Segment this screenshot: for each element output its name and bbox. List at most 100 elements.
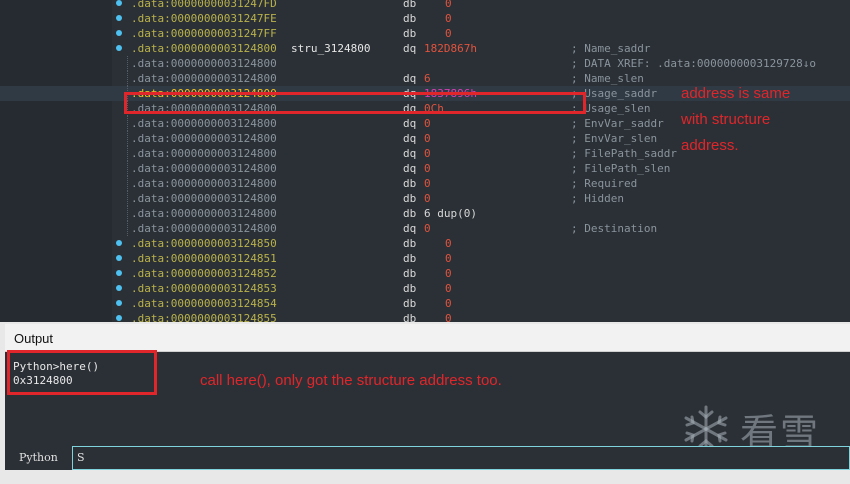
disasm-line[interactable]: .data:0000000003124850 db 0 (0, 236, 850, 251)
line-operand: 0 (424, 132, 431, 145)
language-selector-button[interactable]: Python (5, 446, 71, 470)
line-comment: ; Name_saddr (571, 42, 651, 55)
line-mnemonic: db (403, 237, 417, 250)
disasm-line[interactable]: .data:00000000031247FE db 0 (0, 11, 850, 26)
line-operand: 0 (445, 0, 452, 10)
line-comment: ; EnvVar_slen (571, 132, 658, 145)
disassembly-lines: .data:00000000031247FD db 0 .data:000000000… (0, 0, 850, 322)
line-address: .data:0000000003124850 (131, 237, 277, 250)
line-address: .data:0000000003124800 (131, 177, 277, 190)
disasm-line[interactable]: .data:0000000003124800 dq 6 ; Name_slen (0, 71, 850, 86)
disasm-line[interactable]: .data:00000000031247FD db 0 (0, 0, 850, 11)
line-address: .data:0000000003124800 (131, 57, 277, 70)
disasm-line[interactable]: .data:0000000003124800 db 6 dup(0) (0, 206, 850, 221)
disasm-line[interactable]: .data:0000000003124851 db 0 (0, 251, 850, 266)
highlight-box-output (7, 350, 157, 395)
line-operand: 0 (445, 297, 452, 310)
struct-guide (127, 116, 128, 131)
bullet-dot-icon (116, 255, 122, 261)
disasm-line[interactable]: .data:0000000003124800 dq 0 ; FilePath_slen (0, 161, 850, 176)
line-mnemonic: dq (403, 42, 417, 55)
bullet-dot-icon (116, 270, 122, 276)
annotation-output: call here(), only got the structure addr… (200, 372, 502, 389)
struct-guide (127, 206, 128, 221)
bullet-dot-icon (116, 315, 122, 321)
disasm-line[interactable]: .data:0000000003124800 dq 0 ; Destination (0, 221, 850, 236)
line-mnemonic: db (403, 192, 417, 205)
disassembly-view[interactable]: .data:00000000031247FD db 0 .data:000000000… (0, 0, 850, 322)
line-operand: 0 (424, 117, 431, 130)
output-title: Output (14, 331, 54, 346)
line-address: .data:0000000003124800 (131, 132, 277, 145)
line-address: .data:0000000003124855 (131, 312, 277, 322)
bullet-dot-icon (116, 0, 122, 6)
disasm-line[interactable]: .data:0000000003124852 db 0 (0, 266, 850, 281)
line-comment: ; DATA XREF: .data:0000000003129728↓o (571, 57, 817, 70)
line-mnemonic: db (403, 282, 417, 295)
struct-guide (127, 221, 128, 236)
line-address: .data:00000000031247FD (131, 0, 277, 10)
line-address: .data:00000000031247FF (131, 27, 277, 40)
line-operand: 0 (445, 237, 452, 250)
disasm-line[interactable]: .data:0000000003124800 db 0 ; Required (0, 176, 850, 191)
line-operand: 0 (424, 147, 431, 160)
bullet-dot-icon (116, 45, 122, 51)
line-operand: 0 (445, 312, 452, 322)
command-input[interactable]: S (72, 446, 850, 470)
line-mnemonic: db (403, 177, 417, 190)
line-address: .data:0000000003124800 (131, 72, 277, 85)
line-address: .data:0000000003124800 (131, 162, 277, 175)
line-mnemonic: db (403, 312, 417, 322)
disasm-line[interactable]: .data:0000000003124854 db 0 (0, 296, 850, 311)
line-address: .data:0000000003124800 (131, 42, 277, 55)
line-mnemonic: db (403, 252, 417, 265)
line-comment: ; Destination (571, 222, 658, 235)
line-operand: 182D867h (424, 42, 477, 55)
disasm-line[interactable]: .data:0000000003124800 ; DATA XREF: .data… (0, 56, 850, 71)
status-bar (0, 470, 850, 484)
line-operand: 0 (424, 192, 431, 205)
disasm-line[interactable]: .data:0000000003124853 db 0 (0, 281, 850, 296)
bullet-dot-icon (116, 240, 122, 246)
struct-guide (127, 161, 128, 176)
line-comment: ; EnvVar_saddr (571, 117, 664, 130)
line-address: .data:00000000031247FE (131, 12, 277, 25)
line-operand: 0 (424, 177, 431, 190)
line-operand: 0 (445, 27, 452, 40)
line-address: .data:0000000003124800 (131, 117, 277, 130)
line-mnemonic: dq (403, 222, 417, 235)
line-address: .data:0000000003124853 (131, 282, 277, 295)
bullet-dot-icon (116, 285, 122, 291)
disasm-line[interactable]: .data:0000000003124855 db 0 (0, 311, 850, 322)
line-address: .data:0000000003124800 (131, 192, 277, 205)
struct-guide (127, 146, 128, 161)
line-address: .data:0000000003124800 (131, 222, 277, 235)
line-operand: 6 dup(0) (424, 207, 477, 220)
line-mnemonic: dq (403, 162, 417, 175)
highlight-box-usage-line (124, 92, 586, 114)
line-mnemonic: db (403, 207, 417, 220)
output-header: Output (5, 324, 850, 352)
disasm-line[interactable]: .data:00000000031247FF db 0 (0, 26, 850, 41)
disasm-line[interactable]: .data:0000000003124800 db 0 ; Hidden (0, 191, 850, 206)
struct-guide (127, 191, 128, 206)
line-operand: 6 (424, 72, 431, 85)
bullet-dot-icon (116, 15, 122, 21)
annotation-line-2: with structure (681, 111, 771, 128)
line-operand: 0 (445, 267, 452, 280)
line-mnemonic: dq (403, 147, 417, 160)
line-comment: ; Required (571, 177, 638, 190)
line-mnemonic: dq (403, 132, 417, 145)
line-operand: 0 (424, 222, 431, 235)
line-mnemonic: db (403, 297, 417, 310)
line-mnemonic: db (403, 27, 417, 40)
line-operand: 0 (445, 252, 452, 265)
line-comment: ; FilePath_slen (571, 162, 671, 175)
line-mnemonic: db (403, 12, 417, 25)
line-mnemonic: db (403, 267, 417, 280)
command-bar: Python S (5, 446, 850, 470)
line-operand: 0 (445, 12, 452, 25)
line-operand: 0 (424, 162, 431, 175)
disasm-line[interactable]: .data:0000000003124800 stru_3124800 dq 182D… (0, 41, 850, 56)
struct-guide (127, 71, 128, 86)
